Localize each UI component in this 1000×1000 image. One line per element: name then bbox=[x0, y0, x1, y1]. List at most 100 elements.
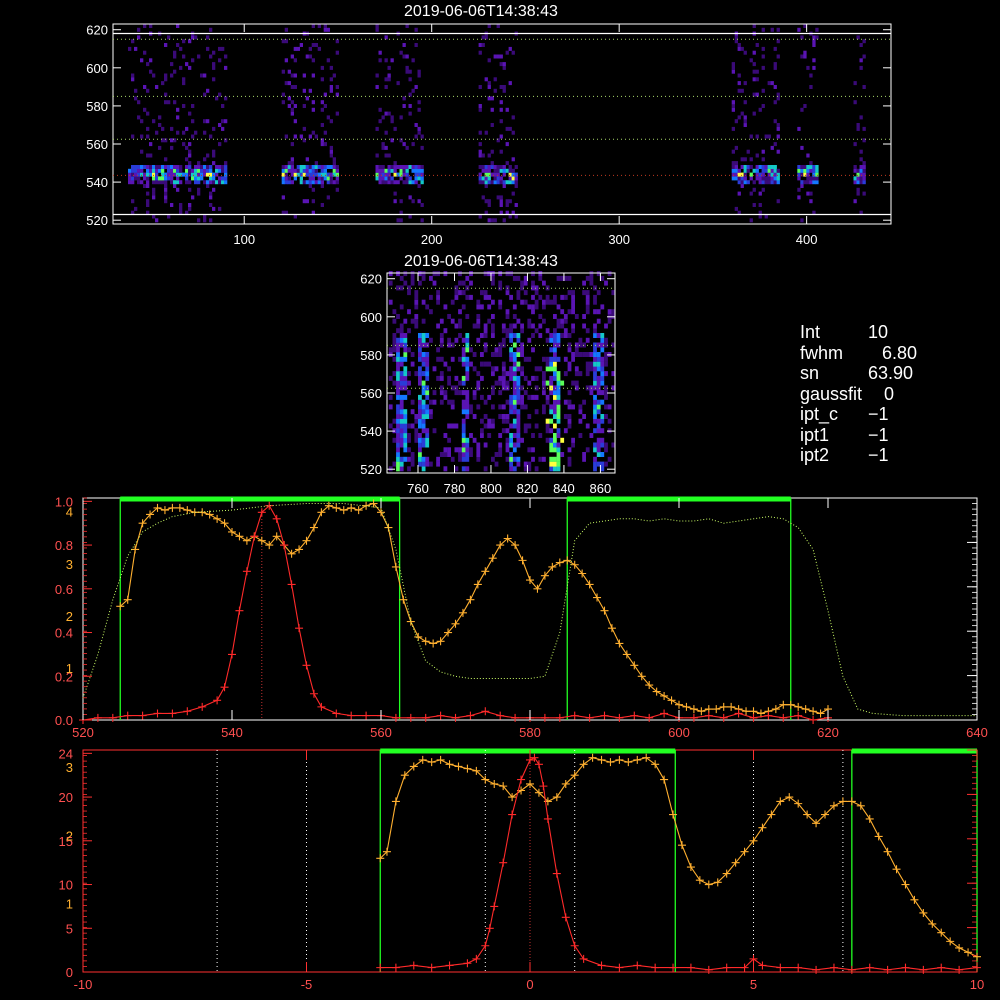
heatmap-cell bbox=[512, 366, 517, 372]
heatmap-cell bbox=[146, 126, 150, 131]
heatmap-cell bbox=[476, 304, 481, 310]
heatmap-cell bbox=[164, 77, 168, 82]
heatmap-cell bbox=[478, 43, 482, 47]
heatmap-cell bbox=[414, 180, 418, 185]
heatmap-cell bbox=[498, 299, 503, 305]
heatmap-cell bbox=[516, 437, 521, 443]
heatmap-cell bbox=[593, 409, 597, 415]
heatmap-cell bbox=[218, 165, 222, 169]
heatmap-cell bbox=[146, 88, 150, 93]
heatmap-cell bbox=[212, 172, 216, 177]
heatmap-cell bbox=[284, 39, 288, 44]
heatmap-cells bbox=[128, 24, 866, 223]
heatmap-cell bbox=[173, 168, 177, 173]
int-value: 10 bbox=[868, 322, 889, 342]
heatmap-cell bbox=[481, 153, 485, 158]
heatmap-cell bbox=[806, 165, 810, 169]
heatmap-cell bbox=[164, 43, 168, 47]
heatmap-cell bbox=[200, 165, 204, 169]
data-point bbox=[198, 702, 207, 711]
heatmap-cell bbox=[224, 176, 228, 181]
y-tick-label: 600 bbox=[86, 61, 108, 76]
heatmap-cell bbox=[405, 65, 409, 70]
heatmap-cell bbox=[429, 399, 433, 405]
heatmap-cell bbox=[516, 290, 521, 296]
heatmap-cell bbox=[531, 304, 535, 310]
heatmap-cell bbox=[509, 442, 513, 448]
heatmap-cell bbox=[287, 176, 291, 181]
heatmap-cell bbox=[161, 81, 165, 86]
heatmap-cell bbox=[411, 180, 415, 185]
heatmap-cell bbox=[390, 115, 394, 120]
heatmap-cell bbox=[378, 107, 382, 112]
heatmap-cell bbox=[761, 180, 765, 185]
heatmap-cell bbox=[509, 337, 513, 343]
heatmap-cell bbox=[545, 428, 550, 434]
heatmap-cell bbox=[439, 371, 444, 377]
heatmap-cell bbox=[155, 176, 159, 181]
heatmap-cell bbox=[593, 428, 597, 434]
heatmap-cell bbox=[314, 165, 318, 169]
heatmap-cell bbox=[396, 404, 400, 410]
heatmap-cell bbox=[501, 337, 506, 343]
heatmap-cell bbox=[556, 394, 561, 400]
heatmap-cell bbox=[812, 180, 816, 185]
heatmap-cell bbox=[490, 161, 494, 166]
heatmap-cell bbox=[176, 130, 180, 135]
heatmap-cell bbox=[439, 399, 444, 405]
heatmap-cell bbox=[215, 180, 219, 185]
data-point bbox=[682, 702, 691, 711]
heatmap-cell bbox=[487, 96, 491, 101]
heatmap-cell bbox=[158, 145, 162, 150]
heatmap-cell bbox=[417, 168, 421, 173]
heatmap-cell bbox=[556, 461, 561, 467]
heatmap-cell bbox=[484, 180, 488, 185]
heatmap-cell bbox=[593, 414, 597, 419]
heatmap-cell bbox=[749, 58, 753, 63]
heatmap-cell bbox=[149, 172, 153, 177]
heatmap-cell bbox=[465, 466, 470, 472]
heatmap-cell bbox=[773, 165, 777, 169]
heatmap-cell bbox=[390, 119, 394, 124]
heatmap-cell bbox=[421, 380, 426, 386]
heatmap-cell bbox=[173, 69, 177, 74]
heatmap-cell bbox=[185, 180, 189, 185]
heatmap-cell bbox=[593, 371, 597, 377]
heatmap-cell bbox=[542, 371, 546, 377]
heatmap-cell bbox=[296, 172, 300, 177]
heatmap-cell bbox=[501, 404, 506, 410]
heatmap-cell bbox=[387, 77, 391, 82]
heatmap-cell bbox=[600, 437, 605, 443]
ipt-c-row: ipt_c −1 bbox=[800, 404, 917, 425]
heatmap-cell bbox=[853, 199, 857, 204]
heatmap-cell bbox=[384, 111, 388, 116]
heatmap-cell bbox=[396, 447, 400, 453]
heatmap-cell bbox=[203, 73, 207, 78]
heatmap-cell bbox=[483, 328, 488, 334]
heatmap-cell bbox=[856, 191, 860, 196]
heatmap-cell bbox=[593, 361, 597, 367]
heatmap-cell bbox=[403, 418, 408, 424]
heatmap-cell bbox=[387, 176, 391, 181]
heatmap-cell bbox=[853, 168, 857, 173]
heatmap-cell bbox=[773, 119, 777, 124]
ipt2-value: −1 bbox=[868, 445, 889, 465]
heatmap-cell bbox=[167, 168, 171, 173]
heatmap-cell bbox=[378, 176, 382, 181]
heatmap-cell bbox=[743, 119, 747, 124]
heatmap-cell bbox=[290, 85, 294, 89]
heatmap-cell bbox=[188, 187, 192, 192]
heatmap-cell bbox=[797, 27, 801, 32]
heatmap-cell bbox=[596, 418, 601, 424]
heatmap-cell bbox=[752, 50, 756, 55]
heatmap-cell bbox=[534, 328, 539, 334]
heatmap-cell bbox=[465, 437, 470, 443]
heatmap-cell bbox=[323, 130, 327, 135]
heatmap-cell bbox=[491, 456, 495, 462]
heatmap-cell bbox=[496, 54, 500, 59]
heatmap-cell bbox=[421, 418, 426, 424]
heatmap-cell bbox=[465, 456, 470, 462]
heatmap-cell bbox=[797, 187, 801, 192]
heatmap-cell bbox=[329, 176, 333, 181]
heatmap-cell bbox=[465, 452, 470, 457]
